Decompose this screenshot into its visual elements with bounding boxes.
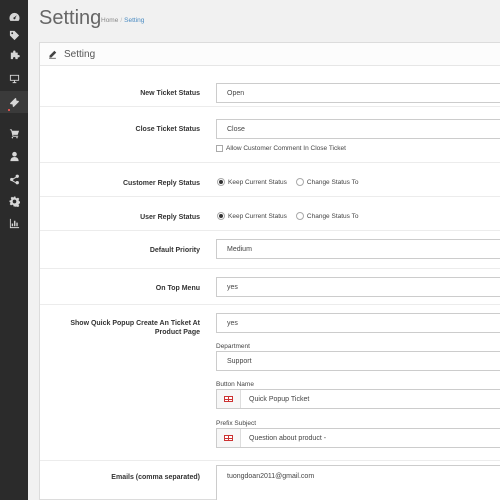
user-reply-status-radio-group: Keep Current Status Change Status To [217,212,367,220]
quick-popup-select[interactable]: yes [216,313,500,333]
user-reply-status-row: User Reply Status Keep Current Status Ch… [40,197,500,231]
default-priority-select[interactable]: Medium [216,239,500,259]
breadcrumb-separator: / [120,17,123,24]
sidebar-item-tickets[interactable] [0,91,28,113]
button-name-label: Button Name [216,381,254,388]
dashboard-icon [8,12,20,21]
allow-customer-comment-label: Allow Customer Comment In Close Ticket [226,145,346,152]
user-keep-status-radio[interactable] [217,212,225,220]
default-priority-row: Default Priority Medium [40,231,500,269]
page-title: Setting [39,7,102,29]
customer-change-status-label: Change Status To [306,178,359,186]
close-ticket-status-select[interactable]: Close [216,119,500,139]
quick-popup-row: Show Quick Popup Create An Ticket At Pro… [40,305,500,461]
button-name-input[interactable]: Quick Popup Ticket [216,389,500,409]
on-top-menu-row: On Top Menu yes [40,269,500,305]
sidebar-item-system[interactable] [0,190,28,212]
sidebar-item-design[interactable] [0,67,28,89]
language-flag-icon [217,390,241,408]
default-priority-label: Default Priority [149,247,200,254]
allow-customer-comment-checkbox[interactable] [216,145,223,152]
emails-textarea[interactable]: tuongdoan2011@gmail.com [216,465,500,500]
sidebar-item-extensions[interactable] [0,43,28,65]
quick-popup-label-line2: Product Page [154,329,200,336]
user-change-status-radio[interactable] [295,212,304,220]
customer-keep-status-option[interactable]: Keep Current Status [217,178,287,186]
allow-customer-comment-option[interactable]: Allow Customer Comment In Close Ticket [216,145,346,152]
prefix-subject-value: Question about product - [249,434,327,442]
prefix-subject-label: Prefix Subject [216,420,257,427]
breadcrumb-current-link[interactable]: Setting [124,17,144,24]
sidebar [0,0,28,500]
customer-keep-status-radio[interactable] [217,178,225,186]
cart-icon [9,128,19,138]
breadcrumb-home-link[interactable]: Home [101,17,118,24]
prefix-subject-input[interactable]: Question about product - [216,428,500,448]
department-label: Department [216,343,250,350]
sidebar-item-sales[interactable] [0,122,28,144]
sidebar-item-reports[interactable] [0,212,28,234]
pencil-icon [49,50,57,59]
user-change-status-label: Change Status To [306,212,359,220]
customer-reply-status-radio-group: Keep Current Status Change Status To [217,178,367,186]
close-ticket-status-row: Close Ticket Status Close Allow Customer… [40,107,500,163]
button-name-value: Quick Popup Ticket [249,395,310,403]
new-ticket-status-row: New Ticket Status Open [40,67,500,107]
customer-keep-status-label: Keep Current Status [228,178,287,186]
quick-popup-label: Show Quick Popup Create An Ticket At Pro… [40,319,200,337]
new-ticket-status-select[interactable]: Open [216,83,500,103]
settings-panel: Setting New Ticket Status Open Close Tic… [39,42,500,500]
tags-icon [9,30,19,40]
quick-popup-label-line1: Show Quick Popup Create An Ticket At [70,320,200,327]
ticket-icon [9,97,19,107]
department-select[interactable]: Support [216,351,500,371]
customer-change-status-radio[interactable] [295,178,304,186]
language-flag-icon [217,429,241,447]
share-icon [9,174,19,184]
puzzle-icon [10,50,20,59]
panel-title: Setting [64,48,96,60]
on-top-menu-label: On Top Menu [155,285,200,292]
customer-reply-status-label: Customer Reply Status [122,180,200,187]
user-icon [9,151,19,161]
bar-chart-icon [9,218,19,228]
user-change-status-option[interactable]: Change Status To [295,212,359,220]
user-keep-status-label: Keep Current Status [228,212,287,220]
customer-reply-status-row: Customer Reply Status Keep Current Statu… [40,163,500,197]
panel-heading: Setting [40,43,500,66]
emails-row: Emails (comma separated) tuongdoan2011@g… [40,461,500,500]
main-content: Setting Home / Setting Setting New Ticket … [28,0,500,500]
breadcrumb: Home / Setting [101,17,144,24]
customer-change-status-option[interactable]: Change Status To [295,178,359,186]
gear-icon [8,195,20,207]
new-ticket-status-label: New Ticket Status [140,90,200,97]
user-keep-status-option[interactable]: Keep Current Status [217,212,287,220]
emails-label: Emails (comma separated) [111,474,200,481]
desktop-icon [9,74,19,83]
sidebar-item-marketing[interactable] [0,168,28,190]
sidebar-item-customers[interactable] [0,145,28,167]
close-ticket-status-label: Close Ticket Status [135,126,200,133]
on-top-menu-select[interactable]: yes [216,277,500,297]
user-reply-status-label: User Reply Status [140,214,200,221]
